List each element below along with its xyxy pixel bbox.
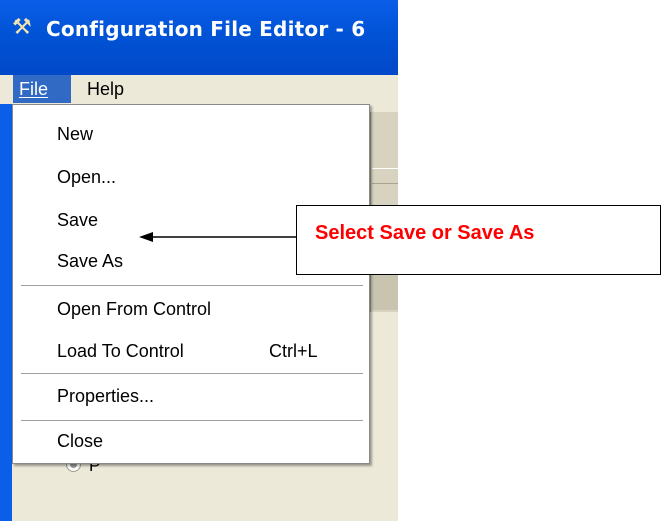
annotation-arrow — [139, 232, 296, 242]
arrow-head-icon — [139, 232, 153, 242]
